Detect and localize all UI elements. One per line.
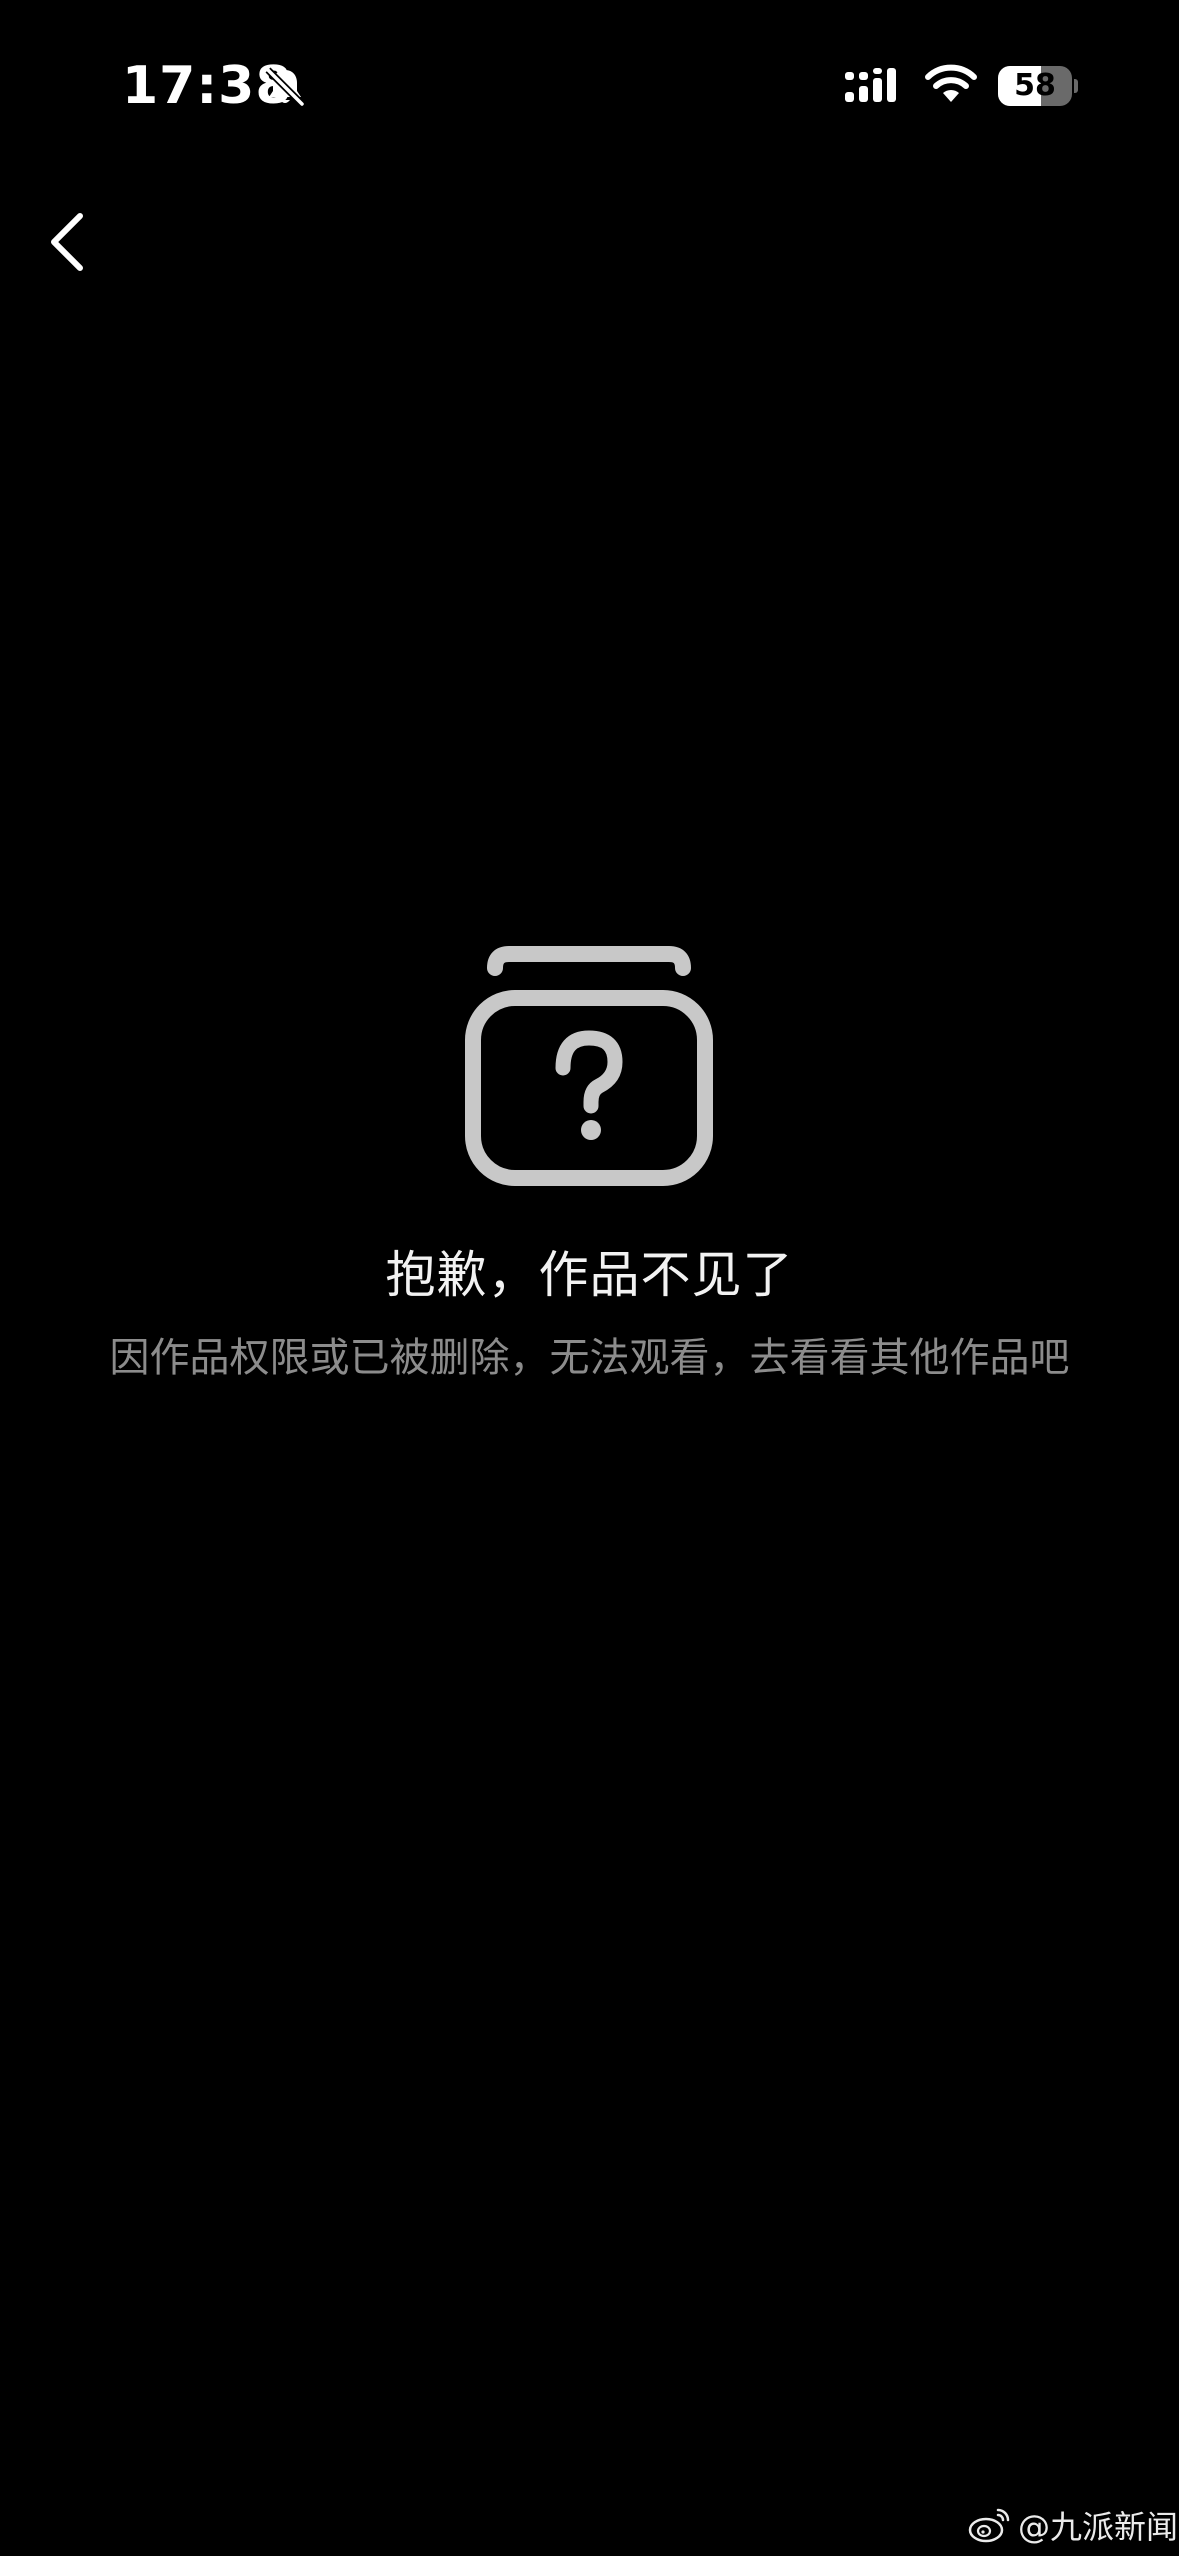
watermark: @九派新闻 [968, 2500, 1178, 2550]
back-button[interactable] [36, 200, 96, 280]
battery-icon: 58 [998, 66, 1078, 106]
battery-nub [1074, 79, 1078, 93]
battery-level: 58 [1014, 68, 1056, 103]
empty-title: 抱歉，作品不见了 [385, 1246, 794, 1304]
weibo-logo [968, 2508, 1010, 2543]
battery-body: 58 [998, 66, 1072, 106]
empty-description: 因作品权限或已被删除，无法观看，去看看其他作品吧 [109, 1335, 1070, 1381]
status-bar: 17:38 58 [0, 0, 1179, 170]
signal-icon [845, 68, 896, 102]
watermark-text: @九派新闻 [1018, 2508, 1179, 2546]
bell-muted-icon [265, 67, 305, 107]
missing-content-icon [465, 946, 713, 1186]
wifi-icon [925, 64, 977, 102]
chevron-left-icon [51, 213, 83, 271]
